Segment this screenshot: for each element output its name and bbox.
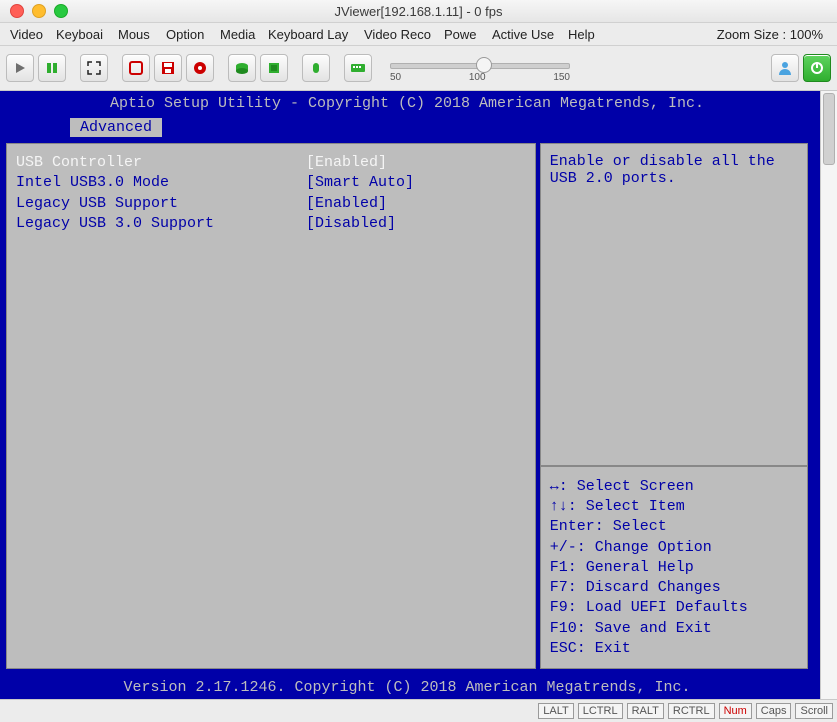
save-record-button[interactable] xyxy=(154,54,182,82)
bios-footer: Version 2.17.1246. Copyright (C) 2018 Am… xyxy=(0,675,814,699)
app-window: JViewer[192.168.1.11] - 0 fps Video Keyb… xyxy=(0,0,837,722)
bios-help-panel: Enable or disable all the USB 2.0 ports.… xyxy=(538,141,810,671)
key-enter: Enter: Select xyxy=(550,517,798,537)
play-icon xyxy=(13,61,27,75)
user-button[interactable] xyxy=(771,54,799,82)
status-scroll: Scroll xyxy=(795,703,833,719)
bios-tabs: Advanced xyxy=(0,115,814,137)
menu-mouse[interactable]: Mous xyxy=(114,27,158,42)
tab-advanced[interactable]: Advanced xyxy=(70,118,162,137)
key-load-defaults: F9: Load UEFI Defaults xyxy=(550,598,798,618)
chip-icon xyxy=(267,61,281,75)
remote-view: Aptio Setup Utility - Copyright (C) 2018… xyxy=(0,91,837,699)
menubar: Video Keyboai Mous Option Media Keyboard… xyxy=(0,23,837,46)
status-rctrl: RCTRL xyxy=(668,703,715,719)
menu-video[interactable]: Video xyxy=(6,27,48,42)
titlebar: JViewer[192.168.1.11] - 0 fps xyxy=(0,0,837,23)
bios-key-help: ↔: Select Screen ↑↓: Select Item Enter: … xyxy=(540,465,808,669)
menu-keyboard-layout[interactable]: Keyboard Lay xyxy=(264,27,356,42)
mouse-icon xyxy=(309,61,323,75)
menu-power[interactable]: Powe xyxy=(440,27,484,42)
record-icon xyxy=(129,61,143,75)
row-usb-controller[interactable]: USB Controller [Enabled] xyxy=(16,153,526,173)
bios-help-text: Enable or disable all the USB 2.0 ports. xyxy=(540,143,808,465)
setting-label: Legacy USB Support xyxy=(16,194,306,214)
zoom-label: Zoom Size : 100% xyxy=(717,27,831,42)
statusbar: LALT LCTRL RALT RCTRL Num Caps Scroll xyxy=(0,699,837,722)
status-caps: Caps xyxy=(756,703,792,719)
key-change-option: +/-: Change Option xyxy=(550,538,798,558)
setting-value: [Smart Auto] xyxy=(306,173,414,193)
key-discard: F7: Discard Changes xyxy=(550,578,798,598)
row-usb3-mode[interactable]: Intel USB3.0 Mode [Smart Auto] xyxy=(16,173,526,193)
setting-value: [Disabled] xyxy=(306,214,396,234)
key-esc: ESC: Exit xyxy=(550,639,798,659)
status-lctrl: LCTRL xyxy=(578,703,623,719)
mouse-button[interactable] xyxy=(302,54,330,82)
status-lalt: LALT xyxy=(538,703,573,719)
toolbar: 50 100 150 xyxy=(0,46,837,91)
record-button[interactable] xyxy=(122,54,150,82)
bios-header: Aptio Setup Utility - Copyright (C) 2018… xyxy=(0,91,814,115)
window-title: JViewer[192.168.1.11] - 0 fps xyxy=(0,4,837,19)
menu-active-users[interactable]: Active Use xyxy=(488,27,560,42)
keyboard-icon xyxy=(350,62,366,74)
disc-icon xyxy=(193,61,207,75)
chip-button[interactable] xyxy=(260,54,288,82)
menu-help[interactable]: Help xyxy=(564,27,602,42)
row-legacy-usb3[interactable]: Legacy USB 3.0 Support [Disabled] xyxy=(16,214,526,234)
power-button[interactable] xyxy=(803,54,831,82)
bios-settings-panel: USB Controller [Enabled] Intel USB3.0 Mo… xyxy=(4,141,538,671)
setting-label: Legacy USB 3.0 Support xyxy=(16,214,306,234)
key-select-item: ↑↓: Select Item xyxy=(550,497,798,517)
vertical-scrollbar[interactable] xyxy=(820,91,837,699)
fullscreen-button[interactable] xyxy=(80,54,108,82)
setting-value: [Enabled] xyxy=(306,194,387,214)
pause-icon xyxy=(45,61,59,75)
status-ralt: RALT xyxy=(627,703,664,719)
user-icon xyxy=(777,60,793,76)
menu-video-record[interactable]: Video Reco xyxy=(360,27,436,42)
menu-options[interactable]: Option xyxy=(162,27,212,42)
setting-label: Intel USB3.0 Mode xyxy=(16,173,306,193)
menu-keyboard[interactable]: Keyboai xyxy=(52,27,110,42)
key-save-exit: F10: Save and Exit xyxy=(550,619,798,639)
save-icon xyxy=(161,61,175,75)
hdd-icon xyxy=(234,61,250,75)
tick-150: 150 xyxy=(553,72,570,83)
disc-button[interactable] xyxy=(186,54,214,82)
tick-50: 50 xyxy=(390,72,401,83)
menu-media[interactable]: Media xyxy=(216,27,260,42)
pause-button[interactable] xyxy=(38,54,66,82)
setting-value: [Enabled] xyxy=(306,153,387,173)
zoom-slider[interactable]: 50 100 150 xyxy=(390,54,570,82)
scrollbar-thumb[interactable] xyxy=(823,93,835,165)
slider-ticks: 50 100 150 xyxy=(390,72,570,83)
slider-knob[interactable] xyxy=(476,57,492,73)
hdd-button[interactable] xyxy=(228,54,256,82)
setting-label: USB Controller xyxy=(16,153,306,173)
fullscreen-icon xyxy=(87,61,101,75)
status-num: Num xyxy=(719,703,752,719)
tick-100: 100 xyxy=(469,72,486,83)
keyboard-button[interactable] xyxy=(344,54,372,82)
play-button[interactable] xyxy=(6,54,34,82)
power-icon xyxy=(809,60,825,76)
bios-screen[interactable]: Aptio Setup Utility - Copyright (C) 2018… xyxy=(0,91,820,699)
key-general-help: F1: General Help xyxy=(550,558,798,578)
key-select-screen: ↔: Select Screen xyxy=(550,477,798,497)
bios-body: USB Controller [Enabled] Intel USB3.0 Mo… xyxy=(0,137,814,675)
row-legacy-usb[interactable]: Legacy USB Support [Enabled] xyxy=(16,194,526,214)
